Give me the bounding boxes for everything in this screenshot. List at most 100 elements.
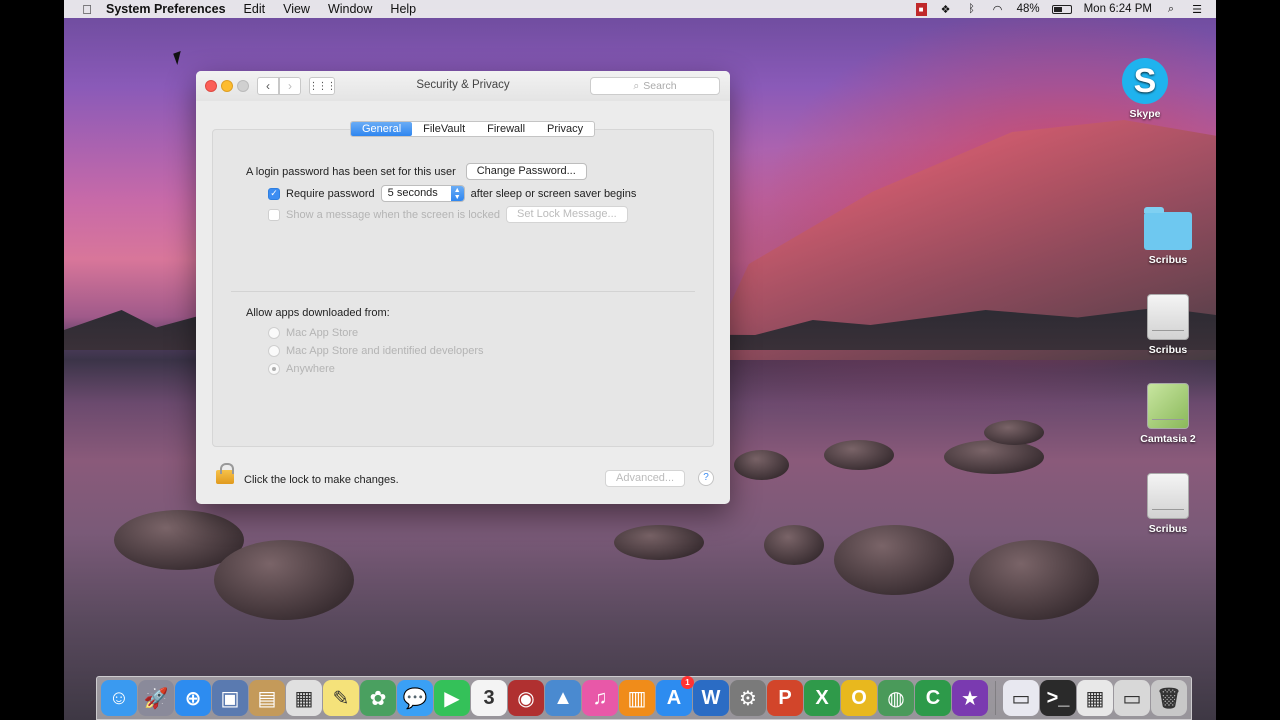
search-field[interactable]: ⌕ Search bbox=[590, 77, 720, 95]
menubar-clock[interactable]: Mon 6:24 PM bbox=[1084, 3, 1152, 15]
allow-option-label: Mac App Store bbox=[286, 327, 359, 339]
terminal-icon[interactable]: >_ bbox=[1040, 680, 1076, 716]
calendar-photos-icon[interactable]: ▦ bbox=[286, 680, 322, 716]
dock-separator bbox=[995, 681, 996, 715]
rock bbox=[834, 525, 954, 595]
show-message-row: Show a message when the screen is locked… bbox=[268, 206, 628, 223]
powerpoint-icon[interactable]: P bbox=[767, 680, 803, 716]
dock: ☺ 🚀 ⊕ ▣ ▤ ▦ ✎ ✿ 💬 ▶ 3 ◉ ▲ ♫ ▥ A 1 W ⚙ P X O ◍ C ★ ▭ >_ ▦ ▭ 🗑 bbox=[96, 676, 1192, 720]
photo-booth-icon[interactable]: ◉ bbox=[508, 680, 544, 716]
allow-option-mac-app-store[interactable]: Mac App Store bbox=[268, 327, 358, 339]
allow-option-label: Mac App Store and identified developers bbox=[286, 345, 484, 357]
recording-icon[interactable]: ■ bbox=[915, 2, 927, 16]
window-titlebar[interactable]: ‹ › ⋮⋮⋮ Security & Privacy ⌕ Search bbox=[196, 71, 730, 101]
radio-button[interactable] bbox=[268, 327, 280, 339]
bluetooth-icon[interactable]: ᛒ bbox=[965, 3, 979, 15]
downloads-stack-icon[interactable]: ▭ bbox=[1114, 680, 1150, 716]
search-icon: ⌕ bbox=[633, 79, 640, 92]
after-sleep-text: after sleep or screen saver begins bbox=[470, 187, 637, 200]
popup-arrows-icon: ▲ ▼ bbox=[450, 186, 464, 201]
menu-app-name[interactable]: System Preferences bbox=[106, 2, 226, 16]
finder-icon[interactable]: ☺ bbox=[101, 680, 137, 716]
tab-firewall[interactable]: Firewall bbox=[476, 122, 536, 136]
help-button[interactable]: ? bbox=[698, 470, 714, 486]
menu-edit[interactable]: Edit bbox=[244, 2, 266, 16]
grid-stack-icon[interactable]: ▦ bbox=[1077, 680, 1113, 716]
tab-filevault[interactable]: FileVault bbox=[412, 122, 476, 136]
dropbox-icon[interactable]: ❖ bbox=[939, 3, 953, 16]
transmission-icon[interactable]: ◍ bbox=[878, 680, 914, 716]
photos-icon[interactable]: ✿ bbox=[360, 680, 396, 716]
advanced-button[interactable]: Advanced... bbox=[605, 470, 686, 487]
require-password-row: ✓ Require password 5 seconds ▲ ▼ after sl… bbox=[268, 185, 636, 202]
desktop-icon-skype[interactable]: S Skype bbox=[1105, 58, 1185, 120]
outlook-icon[interactable]: O bbox=[841, 680, 877, 716]
lock-icon[interactable] bbox=[216, 463, 234, 484]
battery-icon[interactable] bbox=[1051, 4, 1072, 14]
require-password-delay-select[interactable]: 5 seconds ▲ ▼ bbox=[380, 185, 465, 202]
facetime-icon[interactable]: ▶ bbox=[434, 680, 470, 716]
allow-option-anywhere[interactable]: Anywhere bbox=[268, 363, 335, 375]
camtasia-icon[interactable]: C bbox=[915, 680, 951, 716]
battery-percent[interactable]: 48% bbox=[1017, 3, 1040, 15]
imovie-icon[interactable]: ★ bbox=[952, 680, 988, 716]
desktop-icon-label: Skype bbox=[1129, 108, 1161, 120]
drive-icon bbox=[1147, 294, 1189, 340]
login-password-text: A login password has been set for this u… bbox=[246, 165, 456, 178]
documents-stack-icon[interactable]: ▭ bbox=[1003, 680, 1039, 716]
menu-bar:  System Preferences Edit View Window He… bbox=[64, 0, 1216, 18]
safari-icon[interactable]: ⊕ bbox=[175, 680, 211, 716]
show-message-label: Show a message when the screen is locked bbox=[286, 208, 501, 221]
app-store-icon[interactable]: A1 bbox=[656, 676, 694, 716]
calendar-icon[interactable]: 3 bbox=[471, 680, 507, 716]
system-preferences-icon[interactable]: ⚙ bbox=[730, 680, 766, 716]
drive-icon bbox=[1147, 473, 1189, 519]
radio-button[interactable] bbox=[268, 345, 280, 357]
require-password-checkbox[interactable]: ✓ bbox=[268, 187, 280, 200]
excel-icon[interactable]: X bbox=[804, 680, 840, 716]
desktop-icon-scribus-folder[interactable]: Scribus bbox=[1128, 206, 1208, 266]
change-password-button[interactable]: Change Password... bbox=[465, 163, 587, 180]
preview-icon[interactable]: ▣ bbox=[212, 680, 248, 716]
rock bbox=[764, 525, 824, 565]
desktop-icon-label: Scribus bbox=[1148, 344, 1188, 356]
show-message-checkbox[interactable] bbox=[268, 208, 280, 221]
contacts-icon[interactable]: ▤ bbox=[249, 680, 285, 716]
search-placeholder: Search bbox=[643, 80, 677, 92]
lock-hint-text: Click the lock to make changes. bbox=[244, 474, 399, 486]
menu-window[interactable]: Window bbox=[328, 2, 372, 16]
status-area: ■ ❖ ᛒ ◠ 48% Mon 6:24 PM ⌕ ☰ bbox=[915, 2, 1216, 16]
drive-icon bbox=[1147, 383, 1189, 429]
tab-privacy[interactable]: Privacy bbox=[536, 122, 594, 136]
spotlight-search-icon[interactable]: ⌕ bbox=[1164, 3, 1178, 15]
desktop-icon-scribus-drive-2[interactable]: Scribus bbox=[1128, 473, 1208, 535]
rock bbox=[944, 440, 1044, 474]
desktop-icon-scribus-drive[interactable]: Scribus bbox=[1128, 294, 1208, 356]
keynote-icon[interactable]: ▲ bbox=[545, 680, 581, 716]
skype-icon: S bbox=[1122, 58, 1168, 104]
notes-icon[interactable]: ✎ bbox=[323, 680, 359, 716]
login-row: A login password has been set for this u… bbox=[246, 163, 587, 180]
trash-icon[interactable]: 🗑 bbox=[1151, 680, 1187, 716]
tab-bar: General FileVault Firewall Privacy bbox=[350, 121, 596, 137]
allow-option-identified-developers[interactable]: Mac App Store and identified developers bbox=[268, 345, 484, 357]
delay-value: 5 seconds bbox=[387, 187, 438, 199]
rock bbox=[984, 420, 1044, 445]
menu-view[interactable]: View bbox=[283, 2, 310, 16]
messages-icon[interactable]: 💬 bbox=[397, 680, 433, 716]
tab-general[interactable]: General bbox=[351, 122, 413, 136]
launchpad-icon[interactable]: 🚀 bbox=[138, 680, 174, 716]
notification-center-icon[interactable]: ☰ bbox=[1190, 3, 1204, 16]
apple-menu-icon[interactable]:  bbox=[80, 2, 94, 17]
word-icon[interactable]: W bbox=[693, 680, 729, 716]
itunes-icon[interactable]: ♫ bbox=[582, 680, 618, 716]
radio-button-selected[interactable] bbox=[268, 363, 280, 375]
rock bbox=[734, 450, 789, 480]
wifi-icon[interactable]: ◠ bbox=[991, 3, 1005, 16]
ibooks-icon[interactable]: ▥ bbox=[619, 680, 655, 716]
menu-help[interactable]: Help bbox=[390, 2, 416, 16]
desktop-icon-label: Scribus bbox=[1148, 523, 1188, 535]
set-lock-message-button[interactable]: Set Lock Message... bbox=[506, 206, 628, 223]
desktop-icon-camtasia[interactable]: Camtasia 2 bbox=[1128, 383, 1208, 445]
require-password-label: Require password bbox=[286, 187, 375, 200]
